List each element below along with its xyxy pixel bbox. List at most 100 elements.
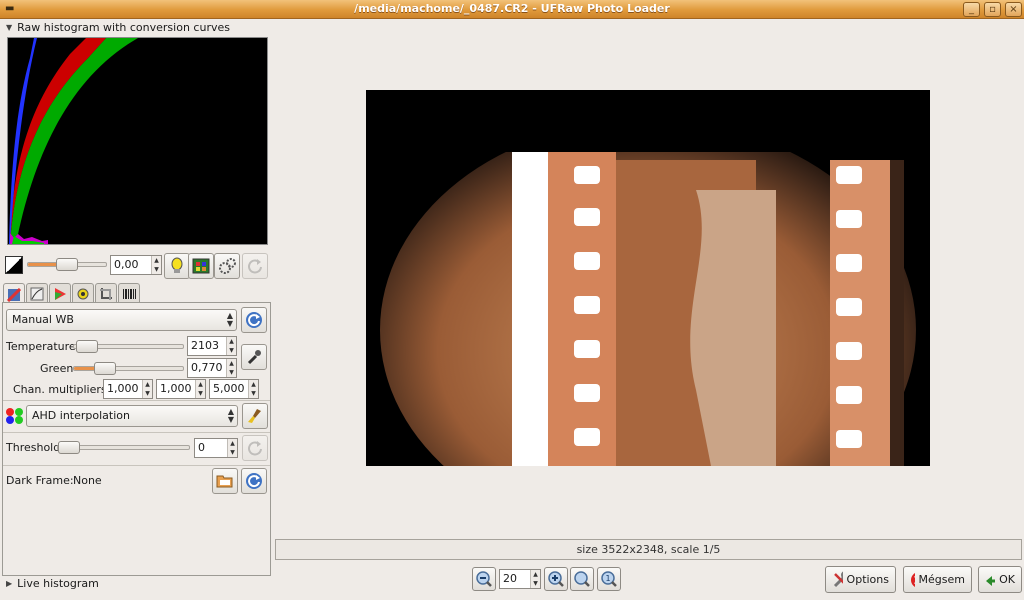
eyedropper-icon bbox=[247, 350, 261, 365]
exposure-spin-arrows[interactable]: ▲ ▼ bbox=[151, 256, 161, 274]
combo-arrows-icon: ▲ ▼ bbox=[226, 311, 233, 328]
lens-correction-icon bbox=[77, 288, 89, 300]
separator bbox=[3, 432, 270, 433]
dark-frame-label: Dark Frame: bbox=[6, 474, 74, 487]
temperature-spinbox[interactable]: 2103 ▲ ▼ bbox=[187, 336, 237, 356]
refresh-icon bbox=[246, 312, 262, 328]
load-dark-frame-button[interactable] bbox=[212, 468, 238, 494]
green-label: Green bbox=[40, 362, 74, 375]
tab-color-management[interactable] bbox=[49, 283, 71, 304]
reset-dark-frame-button[interactable] bbox=[241, 468, 267, 494]
temperature-slider-handle[interactable] bbox=[76, 340, 98, 353]
threshold-slider[interactable] bbox=[57, 441, 190, 454]
multiplier-red-spinbox[interactable]: 1,000 ▲ ▼ bbox=[103, 379, 153, 399]
tab-base-curve[interactable] bbox=[26, 283, 48, 304]
wb-preset-value: Manual WB bbox=[12, 313, 74, 326]
threshold-spinbox[interactable]: 0 ▲ ▼ bbox=[194, 438, 238, 458]
close-button[interactable]: × bbox=[1005, 2, 1022, 17]
wb-reset-button[interactable] bbox=[241, 307, 267, 333]
green-slider[interactable] bbox=[73, 362, 184, 375]
zoom-in-button[interactable] bbox=[544, 567, 568, 591]
zoom-spin-arrows[interactable]: ▲ ▼ bbox=[530, 570, 540, 588]
status-text: size 3522x2348, scale 1/5 bbox=[576, 543, 721, 556]
refresh-icon bbox=[246, 473, 262, 489]
gears-icon bbox=[219, 258, 236, 274]
brush-icon bbox=[248, 409, 261, 423]
barcode-icon bbox=[123, 289, 136, 299]
crop-icon bbox=[100, 288, 112, 300]
window-title: /media/machome/_0487.CR2 - UFRaw Photo L… bbox=[354, 2, 670, 15]
lightbulb-icon bbox=[171, 257, 183, 273]
temperature-spin-arrows[interactable]: ▲ ▼ bbox=[226, 337, 236, 355]
threshold-label: Threshold bbox=[6, 441, 61, 454]
raw-histogram-expander[interactable]: ▼ Raw histogram with conversion curves bbox=[6, 21, 230, 34]
multiplier-red-arrows[interactable]: ▲ ▼ bbox=[142, 380, 152, 398]
expanded-triangle-icon: ▼ bbox=[6, 23, 13, 32]
multiplier-green-value: 1,000 bbox=[160, 382, 192, 395]
exposure-value: 0,00 bbox=[114, 258, 139, 271]
exposure-spinbox[interactable]: 0,00 ▲ ▼ bbox=[110, 255, 162, 275]
multiplier-red-value: 1,000 bbox=[107, 382, 139, 395]
smoothing-button[interactable] bbox=[242, 403, 268, 429]
separator bbox=[3, 400, 270, 401]
raw-histogram[interactable] bbox=[7, 37, 268, 245]
tab-crop-rotate[interactable] bbox=[95, 283, 117, 304]
cancel-label: Mégsem bbox=[918, 573, 965, 586]
exposure-slider[interactable] bbox=[27, 258, 107, 271]
options-button[interactable]: Options bbox=[825, 566, 896, 593]
multiplier-blue-arrows[interactable]: ▲ ▼ bbox=[248, 380, 258, 398]
live-histogram-expander[interactable]: ▶ Live histogram bbox=[6, 577, 99, 590]
zoom-fit-button[interactable] bbox=[570, 567, 594, 591]
zoom-out-button[interactable] bbox=[472, 567, 496, 591]
threshold-slider-handle[interactable] bbox=[58, 441, 80, 454]
auto-exposure-button[interactable] bbox=[164, 253, 190, 279]
green-value: 0,770 bbox=[191, 361, 223, 374]
status-bar: size 3522x2348, scale 1/5 bbox=[275, 539, 1022, 560]
temperature-slider[interactable] bbox=[73, 340, 184, 353]
reset-arrow-icon bbox=[248, 441, 262, 456]
svg-text:1: 1 bbox=[606, 574, 611, 583]
minimize-button[interactable]: _ bbox=[963, 2, 980, 17]
multiplier-green-spinbox[interactable]: 1,000 ▲ ▼ bbox=[156, 379, 206, 399]
ok-button[interactable]: OK bbox=[978, 566, 1022, 593]
green-slider-fill bbox=[74, 367, 96, 370]
threshold-spin-arrows[interactable]: ▲ ▼ bbox=[227, 439, 237, 457]
preview-image[interactable] bbox=[366, 90, 930, 466]
reset-arrow-icon bbox=[248, 259, 262, 274]
spot-wb-button[interactable] bbox=[241, 344, 267, 370]
color-management-icon bbox=[55, 288, 66, 300]
zoom-fit-icon bbox=[574, 571, 590, 587]
green-spinbox[interactable]: 0,770 ▲ ▼ bbox=[187, 358, 237, 378]
tools-icon bbox=[833, 571, 843, 587]
temperature-value: 2103 bbox=[191, 339, 219, 352]
multiplier-blue-spinbox[interactable]: 5,000 ▲ ▼ bbox=[209, 379, 259, 399]
exposure-icon bbox=[5, 256, 23, 274]
clip-highlights-button[interactable] bbox=[214, 253, 240, 279]
ok-arrow-icon bbox=[986, 575, 996, 586]
maximize-button[interactable]: ▫ bbox=[984, 2, 1001, 17]
multipliers-label: Chan. multipliers: bbox=[13, 383, 111, 396]
multiplier-green-arrows[interactable]: ▲ ▼ bbox=[195, 380, 205, 398]
wb-preset-combo[interactable]: Manual WB ▲ ▼ bbox=[6, 309, 237, 331]
green-spin-arrows[interactable]: ▲ ▼ bbox=[226, 359, 236, 377]
collapsed-triangle-icon: ▶ bbox=[6, 579, 13, 588]
zoom-in-icon bbox=[548, 571, 564, 587]
white-balance-icon bbox=[7, 287, 21, 302]
restore-details-button[interactable] bbox=[188, 253, 214, 279]
interpolation-combo[interactable]: AHD interpolation ▲ ▼ bbox=[26, 405, 238, 427]
exposure-slider-handle[interactable] bbox=[56, 258, 78, 271]
ok-label: OK bbox=[999, 573, 1015, 586]
zoom-100-button[interactable]: 1 bbox=[597, 567, 621, 591]
tab-correction[interactable] bbox=[72, 283, 94, 304]
folder-open-icon bbox=[216, 475, 233, 488]
raw-histogram-label: Raw histogram with conversion curves bbox=[17, 21, 230, 34]
reset-threshold-button[interactable] bbox=[242, 435, 268, 461]
green-slider-handle[interactable] bbox=[94, 362, 116, 375]
cancel-button[interactable]: Mégsem bbox=[903, 566, 972, 593]
reset-exposure-button[interactable] bbox=[242, 253, 268, 279]
zoom-spinbox[interactable]: 20 ▲ ▼ bbox=[499, 569, 541, 589]
zoom-value: 20 bbox=[503, 572, 517, 585]
tab-exif[interactable] bbox=[118, 283, 140, 304]
temperature-label: Temperature bbox=[6, 340, 76, 353]
separator bbox=[3, 465, 270, 466]
